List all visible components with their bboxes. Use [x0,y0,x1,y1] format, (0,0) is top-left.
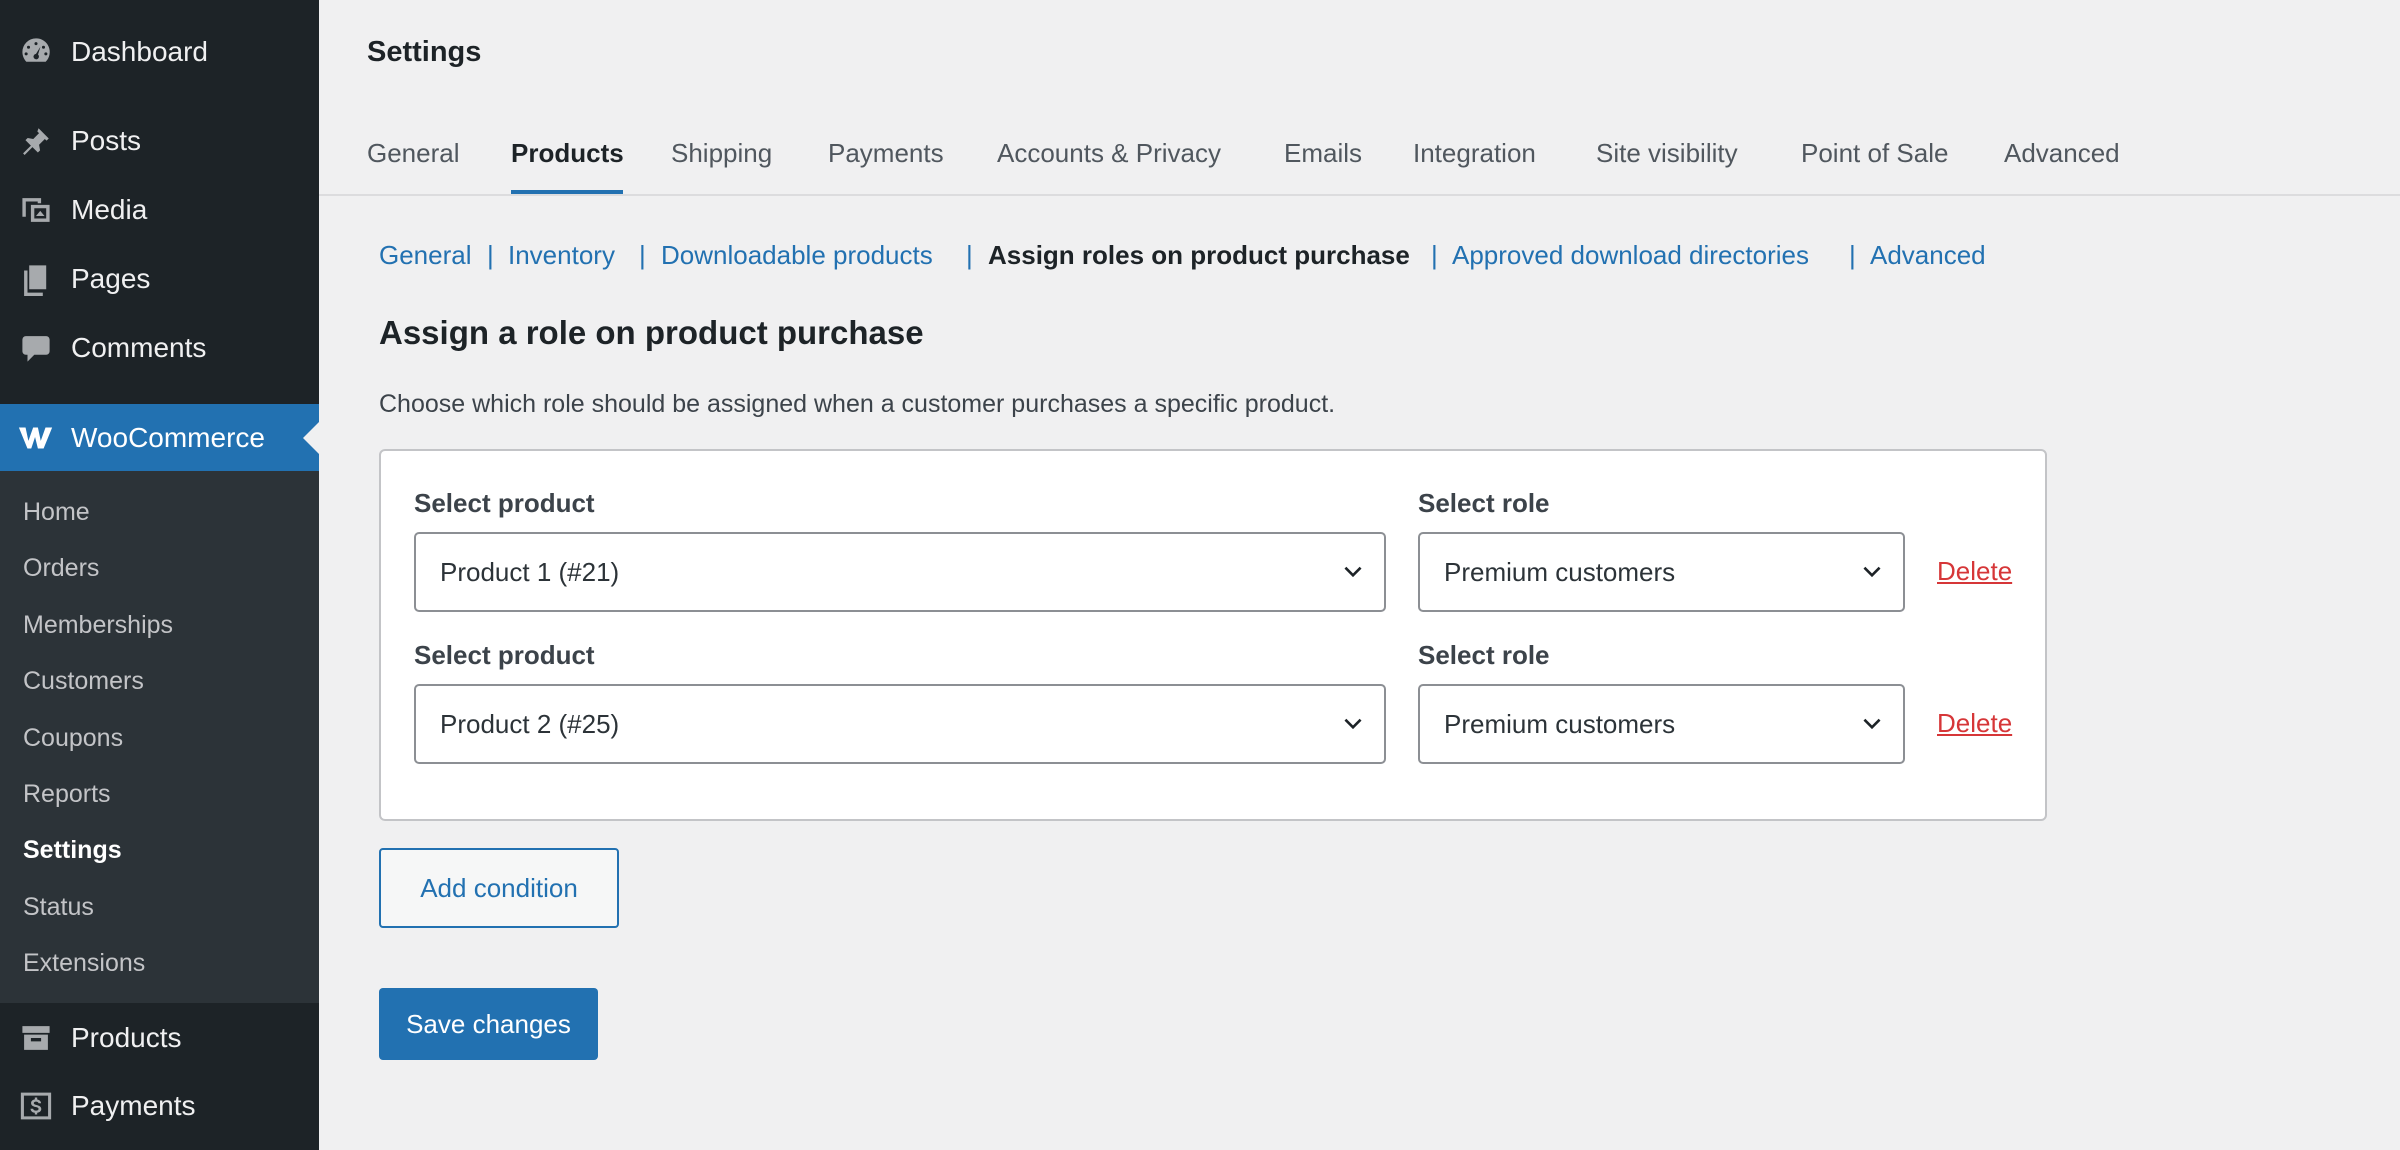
submenu-item-status[interactable]: Status [23,892,94,922]
dollar-icon [17,1087,55,1125]
subnav-link-assign-roles[interactable]: Assign roles on product purchase [988,240,1410,271]
tab-general[interactable]: General [367,138,460,169]
submenu-item-settings[interactable]: Settings [23,835,122,865]
chevron-down-icon [1863,566,1881,578]
subnav-link-advanced[interactable]: Advanced [1870,240,1986,271]
subnav-separator: | [639,240,646,270]
archive-icon [17,1019,55,1057]
tab-site-visibility[interactable]: Site visibility [1596,138,1738,169]
comment-icon [17,329,55,367]
subnav-link-inventory[interactable]: Inventory [508,240,615,271]
product-select-value: Product 2 (#25) [440,708,620,739]
section-title: Assign a role on product purchase [379,314,924,351]
settings-tabs: General Products Shipping Payments Accou… [319,120,2400,196]
submenu-item-home[interactable]: Home [23,497,90,527]
subnav-separator: | [966,240,973,270]
subnav-separator: | [487,240,494,270]
product-select[interactable]: Product 2 (#25) [414,684,1386,764]
sidebar-item-comments[interactable]: Comments [0,314,319,382]
role-select[interactable]: Premium customers [1418,684,1905,764]
tab-emails[interactable]: Emails [1284,138,1362,169]
dashboard-icon [17,33,55,71]
sidebar-item-label: Payments [71,1090,196,1121]
woocommerce-icon [17,419,55,457]
tab-point-of-sale[interactable]: Point of Sale [1801,138,1948,169]
tab-advanced[interactable]: Advanced [2004,138,2120,169]
sidebar-item-media[interactable]: Media [0,176,319,244]
chevron-down-icon [1344,718,1362,730]
submenu-item-extensions[interactable]: Extensions [23,948,145,978]
admin-sidebar: Dashboard Posts Media Pages Comments Woo… [0,0,319,1150]
save-changes-button[interactable]: Save changes [379,988,598,1060]
pin-icon [17,122,55,160]
product-select[interactable]: Product 1 (#21) [414,532,1386,612]
tab-payments[interactable]: Payments [828,138,944,169]
sidebar-item-payments[interactable]: Payments [0,1072,319,1140]
section-subnav: General | Inventory | Downloadable produ… [0,240,2400,280]
tab-accounts-privacy[interactable]: Accounts & Privacy [997,138,1221,169]
active-tab-indicator [511,190,623,194]
add-condition-button[interactable]: Add condition [379,848,619,928]
select-role-label: Select role [1418,488,1550,518]
submenu-item-reports[interactable]: Reports [23,779,111,809]
delete-condition-link[interactable]: Delete [1937,708,2012,739]
sidebar-item-dashboard[interactable]: Dashboard [0,18,319,86]
sidebar-item-woocommerce[interactable]: WooCommerce [0,404,319,472]
media-icon [17,191,55,229]
tab-shipping[interactable]: Shipping [671,138,772,169]
sidebar-item-label: Posts [71,125,142,156]
product-select-value: Product 1 (#21) [440,556,620,587]
role-select[interactable]: Premium customers [1418,532,1905,612]
page-title: Settings [367,36,482,68]
select-product-label: Select product [414,640,595,670]
sidebar-item-posts[interactable]: Posts [0,107,319,175]
select-product-label: Select product [414,488,595,518]
sidebar-item-label: Dashboard [71,36,208,67]
chevron-down-icon [1344,566,1362,578]
sidebar-item-label: Products [71,1022,182,1053]
sidebar-item-products[interactable]: Products [0,1004,319,1072]
conditions-panel: Select product Product 1 (#21) Select ro… [379,449,2047,821]
subnav-link-approved-directories[interactable]: Approved download directories [1452,240,1809,271]
chevron-down-icon [1863,718,1881,730]
role-select-value: Premium customers [1444,708,1676,739]
subnav-separator: | [1431,240,1438,270]
tab-products[interactable]: Products [511,138,624,169]
select-role-label: Select role [1418,640,1550,670]
sidebar-item-label: Comments [71,332,207,363]
subnav-separator: | [1849,240,1856,270]
role-select-value: Premium customers [1444,556,1676,587]
sidebar-item-label: Media [71,194,148,225]
sidebar-item-label: WooCommerce [71,422,265,453]
section-description: Choose which role should be assigned whe… [379,390,1336,418]
submenu-item-memberships[interactable]: Memberships [23,610,173,640]
submenu-item-coupons[interactable]: Coupons [23,723,123,753]
subnav-link-downloadable-products[interactable]: Downloadable products [661,240,933,271]
subnav-link-general[interactable]: General [379,240,472,271]
tab-integration[interactable]: Integration [1413,138,1536,169]
delete-condition-link[interactable]: Delete [1937,556,2012,587]
submenu-item-customers[interactable]: Customers [23,666,144,696]
woocommerce-submenu: Home Orders Memberships Customers Coupon… [0,471,319,1003]
submenu-item-orders[interactable]: Orders [23,553,99,583]
